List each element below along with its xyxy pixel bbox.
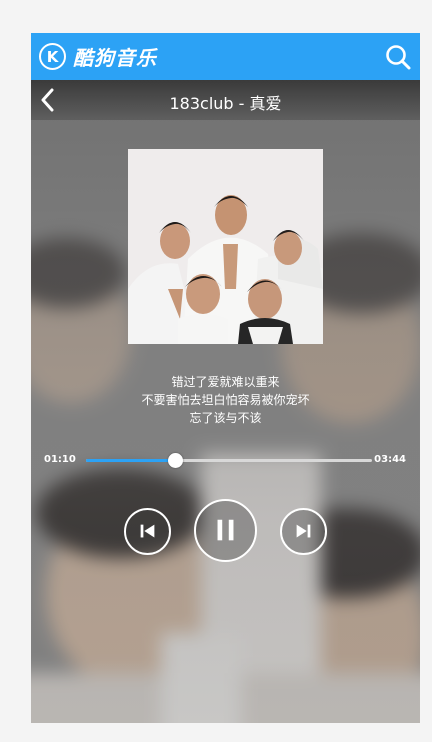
previous-button[interactable] xyxy=(124,508,171,555)
progress-fill xyxy=(86,459,176,462)
progress-bar: 01:10 03:44 xyxy=(31,451,420,471)
lyrics-panel: 错过了爱就难以重来 不要害怕去坦白怕容易被你宠坏 忘了该与不该 xyxy=(31,373,420,427)
next-button[interactable] xyxy=(280,508,327,555)
lyric-line: 错过了爱就难以重来 xyxy=(171,375,280,389)
app-name: 酷狗音乐 xyxy=(73,46,157,70)
pause-button[interactable] xyxy=(194,499,257,562)
app-logo[interactable]: K 酷狗音乐 xyxy=(39,41,157,72)
playback-controls xyxy=(31,499,420,563)
app-header: K 酷狗音乐 xyxy=(31,33,420,80)
skip-next-icon xyxy=(296,524,311,538)
phone-screen: K 酷狗音乐 183club - 真爱 错过了爱就难以重来 不要害怕去坦白怕容易… xyxy=(31,33,420,723)
current-time: 01:10 xyxy=(44,454,76,465)
chevron-left-icon[interactable] xyxy=(39,88,57,112)
progress-thumb[interactable] xyxy=(168,453,184,468)
album-cover xyxy=(128,149,323,344)
pause-icon xyxy=(217,519,234,541)
search-icon[interactable] xyxy=(384,43,412,71)
skip-previous-icon xyxy=(140,524,155,538)
song-title: 183club - 真爱 xyxy=(169,94,282,113)
lyric-line: 不要害怕去坦白怕容易被你宠坏 xyxy=(141,393,310,407)
logo-letter: K xyxy=(46,47,59,66)
kugou-logo-icon: K xyxy=(39,43,66,70)
lyric-line: 忘了该与不该 xyxy=(189,411,262,425)
player-title-bar: 183club - 真爱 xyxy=(31,80,420,120)
total-time: 03:44 xyxy=(374,454,406,465)
progress-track[interactable] xyxy=(86,453,372,468)
